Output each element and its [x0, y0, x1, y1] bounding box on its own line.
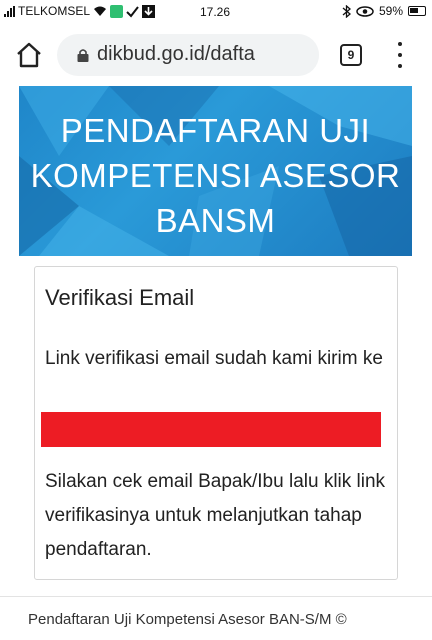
footer-divider	[0, 596, 432, 597]
redacted-email	[41, 412, 381, 447]
url-fade	[289, 34, 319, 76]
home-button[interactable]	[14, 40, 44, 70]
tab-switcher-button[interactable]: 9	[340, 44, 362, 66]
battery-icon	[408, 6, 426, 16]
banner: PENDAFTARAN UJI KOMPETENSI ASESOR BANSM	[19, 86, 412, 256]
lock-icon	[77, 49, 89, 62]
clock: 17.26	[200, 5, 231, 19]
battery-percent: 59%	[378, 4, 403, 18]
bluetooth-icon	[342, 4, 351, 18]
home-icon	[17, 42, 41, 68]
check-download-icon	[126, 5, 139, 18]
card-title: Verifikasi Email	[45, 285, 195, 310]
carrier-label: TELKOMSEL	[18, 4, 91, 18]
overflow-menu-button[interactable]	[395, 42, 405, 68]
verification-message: Link verifikasi email sudah kami kirim k…	[45, 348, 383, 369]
status-bar: TELKOMSEL 17.26 59%	[0, 0, 432, 24]
browser-toolbar: dikbud.go.id/dafta 9	[0, 24, 432, 86]
chat-notification-icon	[110, 4, 124, 18]
instruction-message: Silakan cek email Bapak/Ibu lalu klik li…	[45, 471, 386, 560]
url-text: dikbud.go.id/dafta	[97, 43, 255, 65]
verification-card: Verifikasi Email Link verifikasi email s…	[34, 266, 398, 580]
footer-text: Pendaftaran Uji Kompetensi Asesor BAN-S/…	[28, 611, 347, 628]
status-left: TELKOMSEL	[4, 4, 156, 18]
signal-icon	[4, 5, 15, 17]
banner-title: PENDAFTARAN UJI KOMPETENSI ASESOR BANSM	[30, 112, 401, 239]
wifi-icon	[94, 6, 107, 16]
download-icon	[142, 4, 156, 18]
status-right: 59%	[342, 4, 426, 18]
url-bar[interactable]: dikbud.go.id/dafta	[57, 34, 319, 76]
eye-icon	[356, 5, 374, 17]
